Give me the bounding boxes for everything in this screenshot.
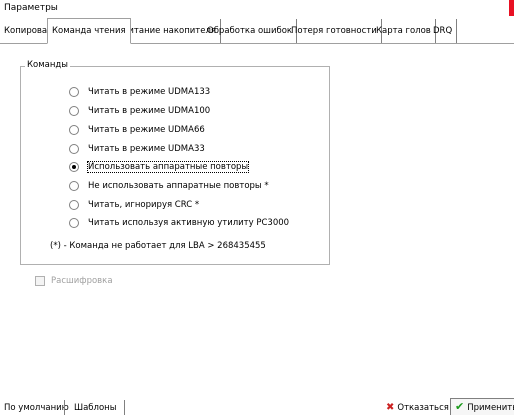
radio-label: Читать в режиме UDMA133 bbox=[88, 87, 211, 97]
radio-ignore-crc[interactable]: Читать, игнорируя CRC * bbox=[69, 198, 199, 212]
radio-label: Не использовать аппаратные повторы * bbox=[88, 181, 269, 191]
radio-pc3000-utility[interactable]: Читать используя активную утилиту PC3000 bbox=[69, 216, 289, 230]
commands-group-title: Команды bbox=[25, 60, 71, 70]
radio-label: Читать в режиме UDMA100 bbox=[88, 106, 211, 116]
radio-label: Читать используя активную утилиту PC3000 bbox=[88, 218, 290, 228]
radio-udma133[interactable]: Читать в режиме UDMA133 bbox=[69, 85, 210, 99]
radio-button[interactable] bbox=[69, 181, 79, 191]
apply-label: Применить bbox=[467, 403, 514, 413]
radio-label: Использовать аппаратные повторы bbox=[86, 161, 250, 173]
default-button[interactable]: По умолчанию bbox=[4, 401, 69, 415]
radio-no-hw-retries[interactable]: Не использовать аппаратные повторы * bbox=[69, 179, 269, 193]
radio-button[interactable] bbox=[69, 200, 79, 210]
separator bbox=[124, 400, 125, 415]
radio-button-selected[interactable] bbox=[69, 162, 79, 172]
checkmark-icon: ✔ bbox=[455, 400, 465, 413]
radio-udma66[interactable]: Читать в режиме UDMA66 bbox=[69, 123, 205, 137]
separator bbox=[64, 400, 65, 415]
decode-label: Расшифровка bbox=[51, 276, 113, 286]
tab-drq[interactable]: DRQ bbox=[429, 19, 458, 43]
decode-checkbox-row[interactable]: Расшифровка bbox=[35, 276, 113, 286]
templates-button[interactable]: Шаблоны bbox=[74, 401, 116, 415]
radio-button[interactable] bbox=[69, 125, 79, 135]
window-title: Параметры bbox=[4, 3, 58, 13]
radio-udma100[interactable]: Читать в режиме UDMA100 bbox=[69, 104, 210, 118]
title-bar: Параметры bbox=[0, 0, 514, 18]
apply-button[interactable]: ✔ Применить bbox=[450, 398, 514, 415]
cancel-label: Отказаться bbox=[397, 403, 449, 413]
close-button[interactable] bbox=[509, 0, 514, 16]
decode-checkbox[interactable] bbox=[35, 276, 45, 286]
radio-button[interactable] bbox=[69, 144, 79, 154]
close-icon: ✖ bbox=[386, 402, 395, 413]
tab-read-command[interactable]: Команда чтения bbox=[47, 18, 131, 44]
radio-label: Читать в режиме UDMA66 bbox=[88, 125, 205, 135]
radio-button[interactable] bbox=[69, 87, 79, 97]
tab-error-handling[interactable]: Обработка ошибок bbox=[203, 19, 298, 43]
tab-head-map[interactable]: Карта голов bbox=[372, 19, 436, 43]
radio-udma33[interactable]: Читать в режиме UDMA33 bbox=[69, 142, 205, 156]
tab-ready-loss[interactable]: Потеря готовности bbox=[287, 19, 382, 43]
cancel-button[interactable]: ✖ Отказаться bbox=[386, 401, 449, 415]
radio-use-hw-retries[interactable]: Использовать аппаратные повторы bbox=[69, 160, 250, 174]
radio-button[interactable] bbox=[69, 106, 79, 116]
radio-button[interactable] bbox=[69, 218, 79, 228]
lba-note: (*) - Команда не работает для LBA > 2684… bbox=[50, 241, 266, 251]
radio-label: Читать в режиме UDMA33 bbox=[88, 144, 205, 154]
radio-label: Читать, игнорируя CRC * bbox=[88, 200, 200, 210]
